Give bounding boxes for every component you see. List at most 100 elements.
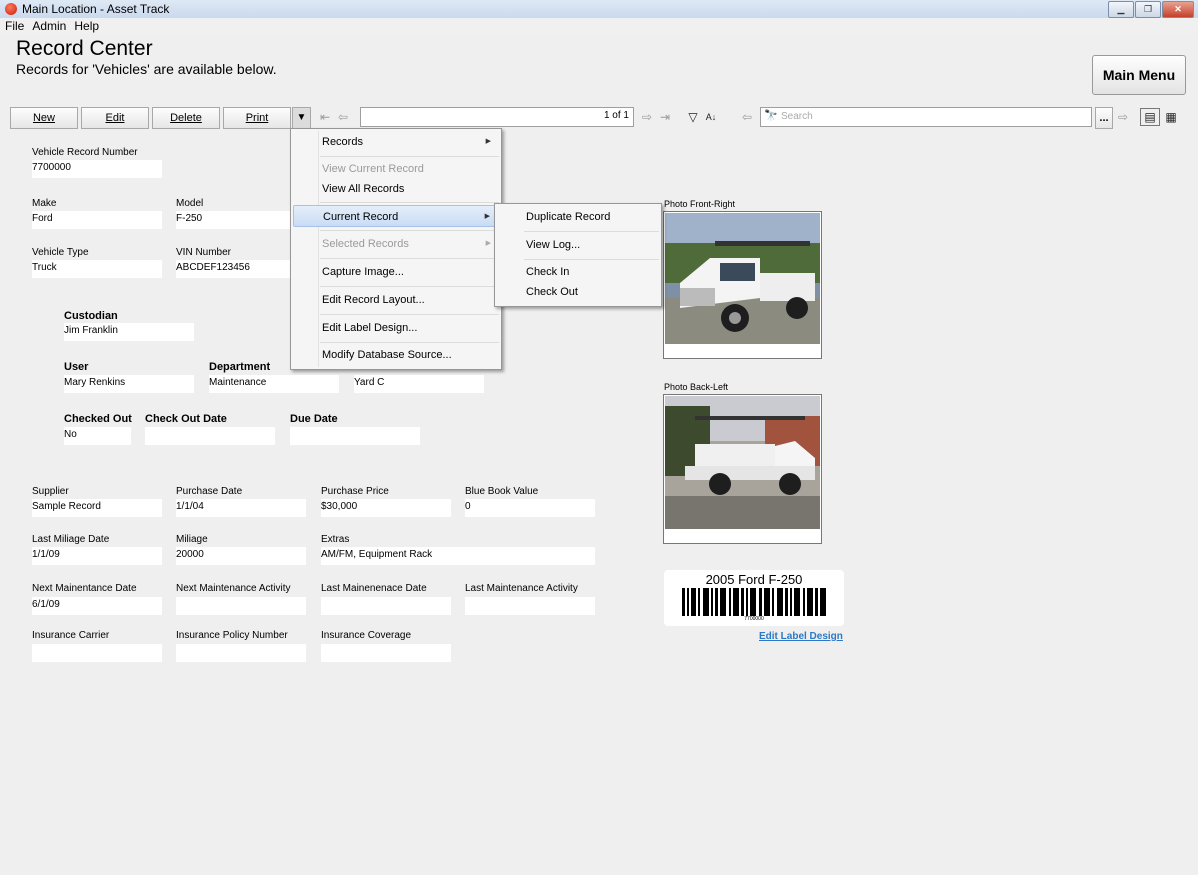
menu-admin[interactable]: Admin xyxy=(28,18,70,34)
filter-icon[interactable]: ▽ xyxy=(684,108,702,126)
menu-item-current-record[interactable]: Current Record ▶ xyxy=(293,205,499,227)
menu-item-check-in[interactable]: Check In xyxy=(497,261,659,283)
blue-book-value-field[interactable]: 0 xyxy=(465,499,595,517)
truck-front-image xyxy=(665,213,820,344)
barcode xyxy=(682,588,830,616)
next-maintenance-activity-label: Next Maintenance Activity xyxy=(176,583,291,594)
last-miliage-date-field[interactable]: 1/1/09 xyxy=(32,547,162,565)
due-date-field[interactable] xyxy=(290,427,420,445)
vin-number-label: VIN Number xyxy=(176,247,232,258)
menu-separator xyxy=(320,258,499,259)
miliage-field[interactable]: 20000 xyxy=(176,547,306,565)
record-position-field[interactable]: 1 of 1 xyxy=(360,107,634,127)
menu-item-modify-database-source[interactable]: Modify Database Source... xyxy=(293,344,499,366)
list-view-icon[interactable]: ▦ xyxy=(1162,108,1180,126)
label-title: 2005 Ford F-250 xyxy=(705,572,803,587)
model-label: Model xyxy=(176,198,204,209)
print-button[interactable]: Print xyxy=(223,107,291,129)
next-maintenance-date-field[interactable]: 6/1/09 xyxy=(32,597,162,615)
checked-out-label: Checked Out xyxy=(64,413,132,425)
checked-out-field[interactable]: No xyxy=(64,427,131,445)
insurance-policy-number-field[interactable] xyxy=(176,644,306,662)
model-field[interactable]: F-250 xyxy=(176,211,306,229)
vehicle-record-number-field[interactable]: 7700000 xyxy=(32,160,162,178)
menu-separator xyxy=(320,230,499,231)
menu-item-capture-image[interactable]: Capture Image... xyxy=(293,261,499,283)
check-out-date-field[interactable] xyxy=(145,427,275,445)
menu-separator xyxy=(320,156,499,157)
maximize-button[interactable]: ❐ xyxy=(1135,1,1161,18)
last-maintenance-date-field[interactable] xyxy=(321,597,451,615)
menu-separator xyxy=(524,259,659,260)
extras-field[interactable]: AM/FM, Equipment Rack xyxy=(321,547,595,565)
form-view-icon[interactable]: ▤ xyxy=(1140,108,1160,126)
first-record-icon[interactable]: ⇤ xyxy=(316,108,334,126)
check-out-date-label: Check Out Date xyxy=(145,413,227,425)
edit-label-design-link[interactable]: Edit Label Design xyxy=(759,631,843,642)
page-title: Record Center xyxy=(16,37,153,60)
next-maintenance-activity-field[interactable] xyxy=(176,597,306,615)
photo-back-left-label: Photo Back-Left xyxy=(664,382,729,392)
menu-item-records[interactable]: Records ▶ xyxy=(293,131,499,153)
submenu-arrow-icon: ▶ xyxy=(484,213,490,220)
menu-separator xyxy=(524,231,659,232)
previous-record-icon[interactable]: ⇦ xyxy=(334,108,352,126)
submenu-arrow-icon: ▶ xyxy=(485,240,491,247)
last-maintenance-activity-field[interactable] xyxy=(465,597,595,615)
purchase-date-field[interactable]: 1/1/04 xyxy=(176,499,306,517)
new-button[interactable]: New xyxy=(10,107,78,129)
purchase-price-field[interactable]: $30,000 xyxy=(321,499,451,517)
window-title: Main Location - Asset Track xyxy=(22,2,170,16)
close-button[interactable]: ✕ xyxy=(1162,1,1194,18)
menu-item-check-out[interactable]: Check Out xyxy=(497,281,659,303)
menu-item-view-all-records[interactable]: View All Records xyxy=(293,178,499,200)
department-field[interactable]: Maintenance xyxy=(209,375,339,393)
app-icon xyxy=(5,3,17,15)
main-menu-button[interactable]: Main Menu xyxy=(1092,55,1186,95)
photo-back-left[interactable] xyxy=(663,394,822,544)
supplier-field[interactable]: Sample Record xyxy=(32,499,162,517)
actions-menu: Records ▶ View Current Record View All Re… xyxy=(290,128,502,370)
menu-help[interactable]: Help xyxy=(70,18,103,34)
menu-separator xyxy=(320,314,499,315)
menu-item-edit-label-design[interactable]: Edit Label Design... xyxy=(293,317,499,339)
menu-bar: File Admin Help xyxy=(0,18,1198,34)
location-field[interactable]: Yard C xyxy=(354,375,484,393)
edit-button[interactable]: Edit xyxy=(81,107,149,129)
back-icon[interactable]: ⇦ xyxy=(738,108,756,126)
sort-icon[interactable]: A↓ xyxy=(702,108,720,126)
menu-item-edit-record-layout[interactable]: Edit Record Layout... xyxy=(293,289,499,311)
custodian-field[interactable]: Jim Franklin xyxy=(64,323,194,341)
search-placeholder: Search xyxy=(781,111,813,122)
vehicle-type-label: Vehicle Type xyxy=(32,247,89,258)
menu-item-records-label: Records xyxy=(322,136,363,148)
insurance-policy-number-label: Insurance Policy Number xyxy=(176,630,288,641)
due-date-label: Due Date xyxy=(290,413,338,425)
vehicle-type-field[interactable]: Truck xyxy=(32,260,162,278)
minimize-button[interactable]: ▁ xyxy=(1108,1,1134,18)
last-miliage-date-label: Last Miliage Date xyxy=(32,534,110,545)
delete-button[interactable]: Delete xyxy=(152,107,220,129)
insurance-carrier-field[interactable] xyxy=(32,644,162,662)
make-field[interactable]: Ford xyxy=(32,211,162,229)
photo-front-right[interactable] xyxy=(663,211,822,359)
go-forward-icon[interactable]: ⇨ xyxy=(1114,108,1132,126)
menu-item-view-log[interactable]: View Log... xyxy=(497,234,659,256)
search-input[interactable]: 🔭 Search xyxy=(760,107,1092,127)
menu-item-duplicate-record[interactable]: Duplicate Record xyxy=(497,206,659,228)
custodian-label: Custodian xyxy=(64,310,118,322)
department-label: Department xyxy=(209,361,271,373)
vin-number-field[interactable]: ABCDEF123456 xyxy=(176,260,306,278)
more-options-button[interactable]: ... xyxy=(1095,107,1113,129)
page-subtitle: Records for 'Vehicles' are available bel… xyxy=(16,61,277,77)
menu-dropdown-button[interactable]: ▼ xyxy=(292,107,311,129)
window-controls: ▁ ❐ ✕ xyxy=(1108,1,1194,18)
menu-file[interactable]: File xyxy=(1,18,28,34)
insurance-coverage-field[interactable] xyxy=(321,644,451,662)
last-record-icon[interactable]: ⇥ xyxy=(656,108,674,126)
menu-separator xyxy=(320,342,499,343)
miliage-label: Miliage xyxy=(176,534,208,545)
next-record-icon[interactable]: ⇨ xyxy=(638,108,656,126)
user-field[interactable]: Mary Renkins xyxy=(64,375,194,393)
blue-book-value-label: Blue Book Value xyxy=(465,486,539,497)
